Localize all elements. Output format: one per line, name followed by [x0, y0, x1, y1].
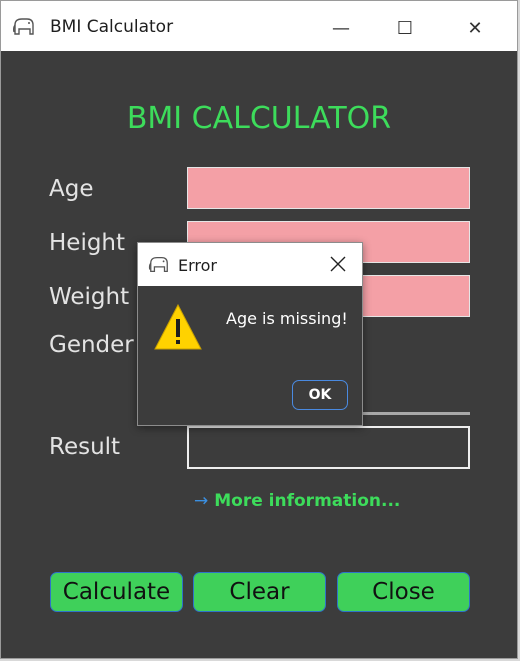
warning-icon	[154, 303, 202, 350]
height-label: Height	[49, 230, 126, 256]
app-elephant-icon	[148, 257, 168, 273]
age-field[interactable]	[187, 167, 470, 209]
clear-button[interactable]: Clear	[193, 572, 326, 612]
dialog-title: Error	[178, 256, 217, 275]
result-label: Result	[49, 434, 121, 460]
error-message: Age is missing!	[226, 309, 348, 328]
calculate-button[interactable]: Calculate	[50, 572, 183, 612]
gender-label: Gender	[49, 332, 134, 358]
more-information-label: More information...	[214, 491, 401, 511]
window-title: BMI Calculator	[50, 17, 174, 37]
close-icon: ✕	[467, 17, 483, 39]
app-elephant-icon	[12, 18, 34, 35]
page-title: BMI CALCULATOR	[126, 101, 392, 136]
minimize-button[interactable]: —	[321, 13, 361, 43]
maximize-icon: ☐	[396, 17, 414, 39]
minimize-icon: —	[332, 17, 350, 39]
close-button[interactable]: Close	[337, 572, 470, 612]
more-information-link[interactable]: → More information...	[194, 491, 400, 511]
close-window-button[interactable]: ✕	[455, 13, 495, 43]
arrow-right-icon: →	[194, 491, 209, 511]
weight-label: Weight	[49, 284, 130, 310]
error-dialog: Error Age is missing! OK	[137, 242, 363, 426]
maximize-button[interactable]: ☐	[385, 13, 425, 43]
dialog-title-bar[interactable]: Error	[138, 243, 362, 286]
close-icon	[330, 256, 346, 272]
age-label: Age	[49, 176, 94, 202]
result-field	[187, 426, 470, 469]
dialog-close-button[interactable]	[326, 252, 350, 276]
title-bar[interactable]: BMI Calculator — ☐ ✕	[1, 1, 517, 51]
ok-button[interactable]: OK	[292, 380, 348, 410]
